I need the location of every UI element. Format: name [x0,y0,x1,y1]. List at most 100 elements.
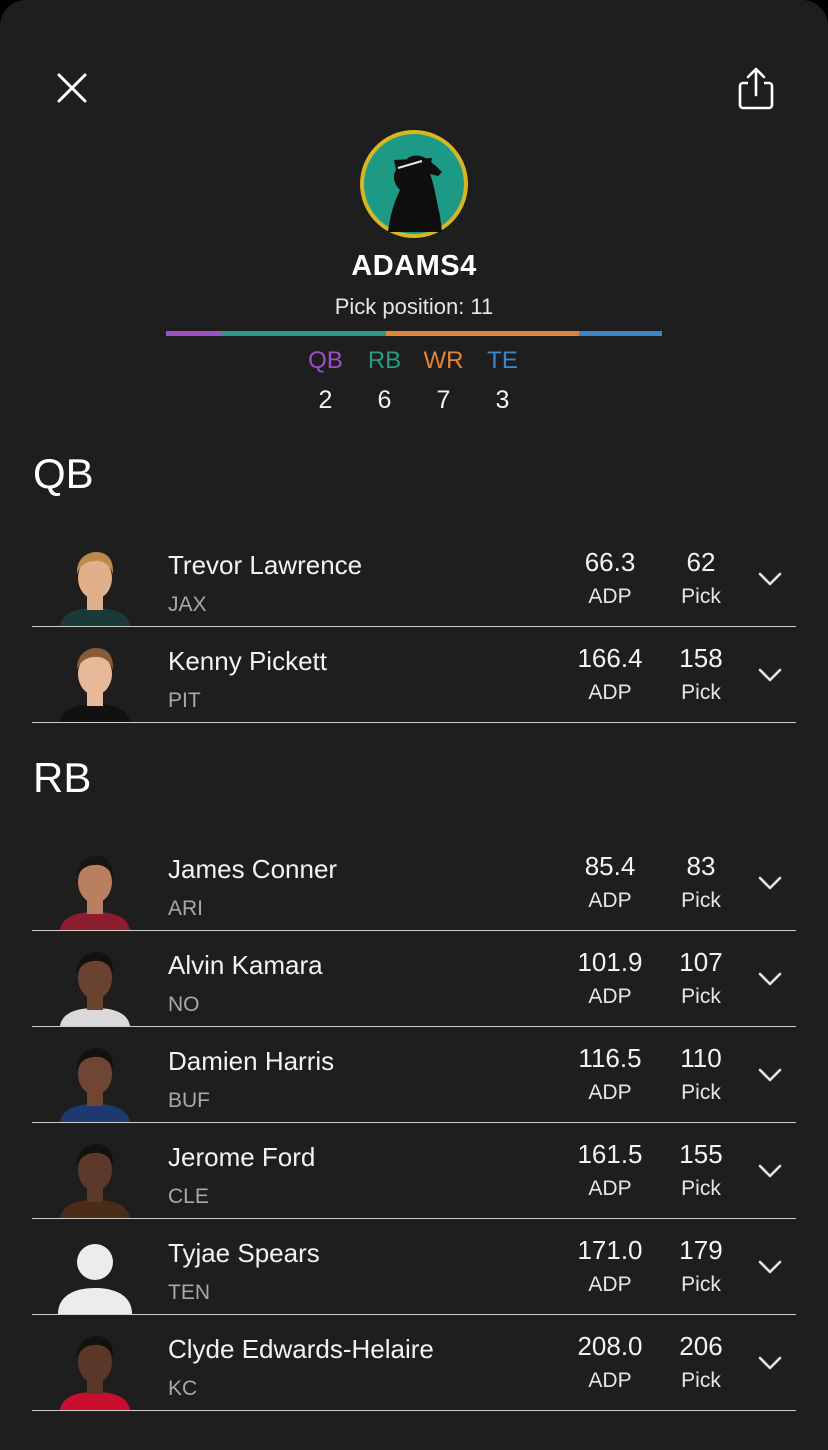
player-photo [54,1328,136,1410]
adp-label: ADP [588,889,632,912]
share-icon[interactable] [734,66,778,112]
player-name: James Conner [168,854,338,884]
close-icon[interactable] [52,68,92,108]
position-bar-segment-wr [386,331,580,336]
pick-stat: 110 Pick [656,1042,746,1108]
player-photo [54,640,136,722]
position-count-qb: QB 2 [296,344,355,418]
player-team: PIT [168,689,201,712]
position-label: QB [308,347,343,374]
adp-stat: 85.4 ADP [565,850,655,916]
pick-value: 83 [686,851,716,881]
adp-label: ADP [588,985,632,1008]
pick-label: Pick [681,1273,721,1296]
section-title-qb: QB [33,450,94,497]
player-row[interactable]: James Conner ARI 85.4 ADP 83 Pick [32,834,796,931]
pick-label: Pick [681,1081,721,1104]
position-count: 2 [318,386,333,414]
player-team: KC [168,1377,198,1400]
username: ADAMS4 [351,250,477,282]
pick-label: Pick [681,585,721,608]
pick-stat: 179 Pick [656,1234,746,1300]
chevron-down-icon[interactable] [758,1068,782,1082]
adp-value: 66.3 [584,547,636,577]
pick-label: Pick [681,985,721,1008]
player-row[interactable]: Kenny Pickett PIT 166.4 ADP 158 Pick [32,626,796,723]
user-avatar [360,130,468,238]
chevron-down-icon[interactable] [758,1356,782,1370]
adp-label: ADP [588,681,632,704]
player-row[interactable]: Damien Harris BUF 116.5 ADP 110 Pick [32,1026,796,1123]
pick-label: Pick [681,889,721,912]
pick-value: 107 [679,947,723,977]
position-count-te: TE 3 [473,344,532,418]
position-bar-segment-te [579,331,662,336]
player-team: ARI [168,897,204,920]
pick-stat: 107 Pick [656,946,746,1012]
pick-value: 62 [686,547,716,577]
player-team: NO [168,993,200,1016]
player-row[interactable]: Trevor Lawrence JAX 66.3 ADP 62 Pick [32,530,796,627]
pick-value: 155 [679,1139,723,1169]
position-count: 6 [377,386,392,414]
pick-stat: 155 Pick [656,1138,746,1204]
player-photo [54,944,136,1026]
player-row[interactable]: Clyde Edwards-Helaire KC 208.0 ADP 206 P… [32,1314,796,1411]
chevron-down-icon[interactable] [758,1164,782,1178]
player-name: Damien Harris [168,1046,335,1076]
player-team: BUF [168,1089,210,1112]
position-label: TE [487,347,518,374]
adp-label: ADP [588,1369,632,1392]
adp-value: 116.5 [578,1043,642,1073]
player-name: Tyjae Spears [168,1238,320,1268]
pick-stat: 83 Pick [656,850,746,916]
chevron-down-icon[interactable] [758,572,782,586]
position-label: WR [423,347,464,374]
chevron-down-icon[interactable] [758,668,782,682]
draft-summary-sheet: ADAMS4 Pick position: 11 QB 2 RB 6 WR 7 TE 3 QB… [0,0,828,1450]
adp-value: 171.0 [577,1235,643,1265]
player-photo [54,1136,136,1218]
player-row[interactable]: Alvin Kamara NO 101.9 ADP 107 Pick [32,930,796,1027]
player-name: Alvin Kamara [168,950,323,980]
chevron-down-icon[interactable] [758,972,782,986]
pick-label: Pick [681,681,721,704]
adp-stat: 66.3 ADP [565,546,655,612]
position-label: RB [367,347,402,374]
adp-label: ADP [588,1081,632,1104]
pick-value: 179 [679,1235,723,1265]
adp-value: 161.5 [577,1139,643,1169]
position-count-rb: RB 6 [355,344,414,418]
position-count: 7 [436,386,451,414]
chevron-down-icon[interactable] [758,876,782,890]
adp-value: 208.0 [577,1331,643,1361]
adp-stat: 101.9 ADP [565,946,655,1012]
player-photo [54,848,136,930]
adp-stat: 171.0 ADP [565,1234,655,1300]
player-photo [54,1232,136,1314]
pick-label: Pick [681,1369,721,1392]
adp-label: ADP [588,1177,632,1200]
position-bar-segment-qb [166,331,222,336]
pick-stat: 158 Pick [656,642,746,708]
pick-position: Pick position: 11 [334,294,494,319]
pick-stat: 62 Pick [656,546,746,612]
player-name: Kenny Pickett [168,646,327,676]
chevron-down-icon[interactable] [758,1260,782,1274]
player-row[interactable]: Tyjae Spears TEN 171.0 ADP 179 Pick [32,1218,796,1315]
pick-value: 110 [680,1043,722,1073]
adp-stat: 116.5 ADP [565,1042,655,1108]
adp-stat: 208.0 ADP [565,1330,655,1396]
adp-label: ADP [588,585,632,608]
adp-value: 166.4 [577,643,643,673]
position-bar-segment-rb [221,331,387,336]
adp-value: 101.9 [577,947,643,977]
pick-label: Pick [681,1177,721,1200]
pick-stat: 206 Pick [656,1330,746,1396]
position-counts: QB 2 RB 6 WR 7 TE 3 [0,344,828,418]
section-title-rb: RB [33,754,92,801]
player-row[interactable]: Jerome Ford CLE 161.5 ADP 155 Pick [32,1122,796,1219]
position-distribution-bar [166,331,662,336]
player-photo [54,1040,136,1122]
position-count: 3 [495,386,510,414]
